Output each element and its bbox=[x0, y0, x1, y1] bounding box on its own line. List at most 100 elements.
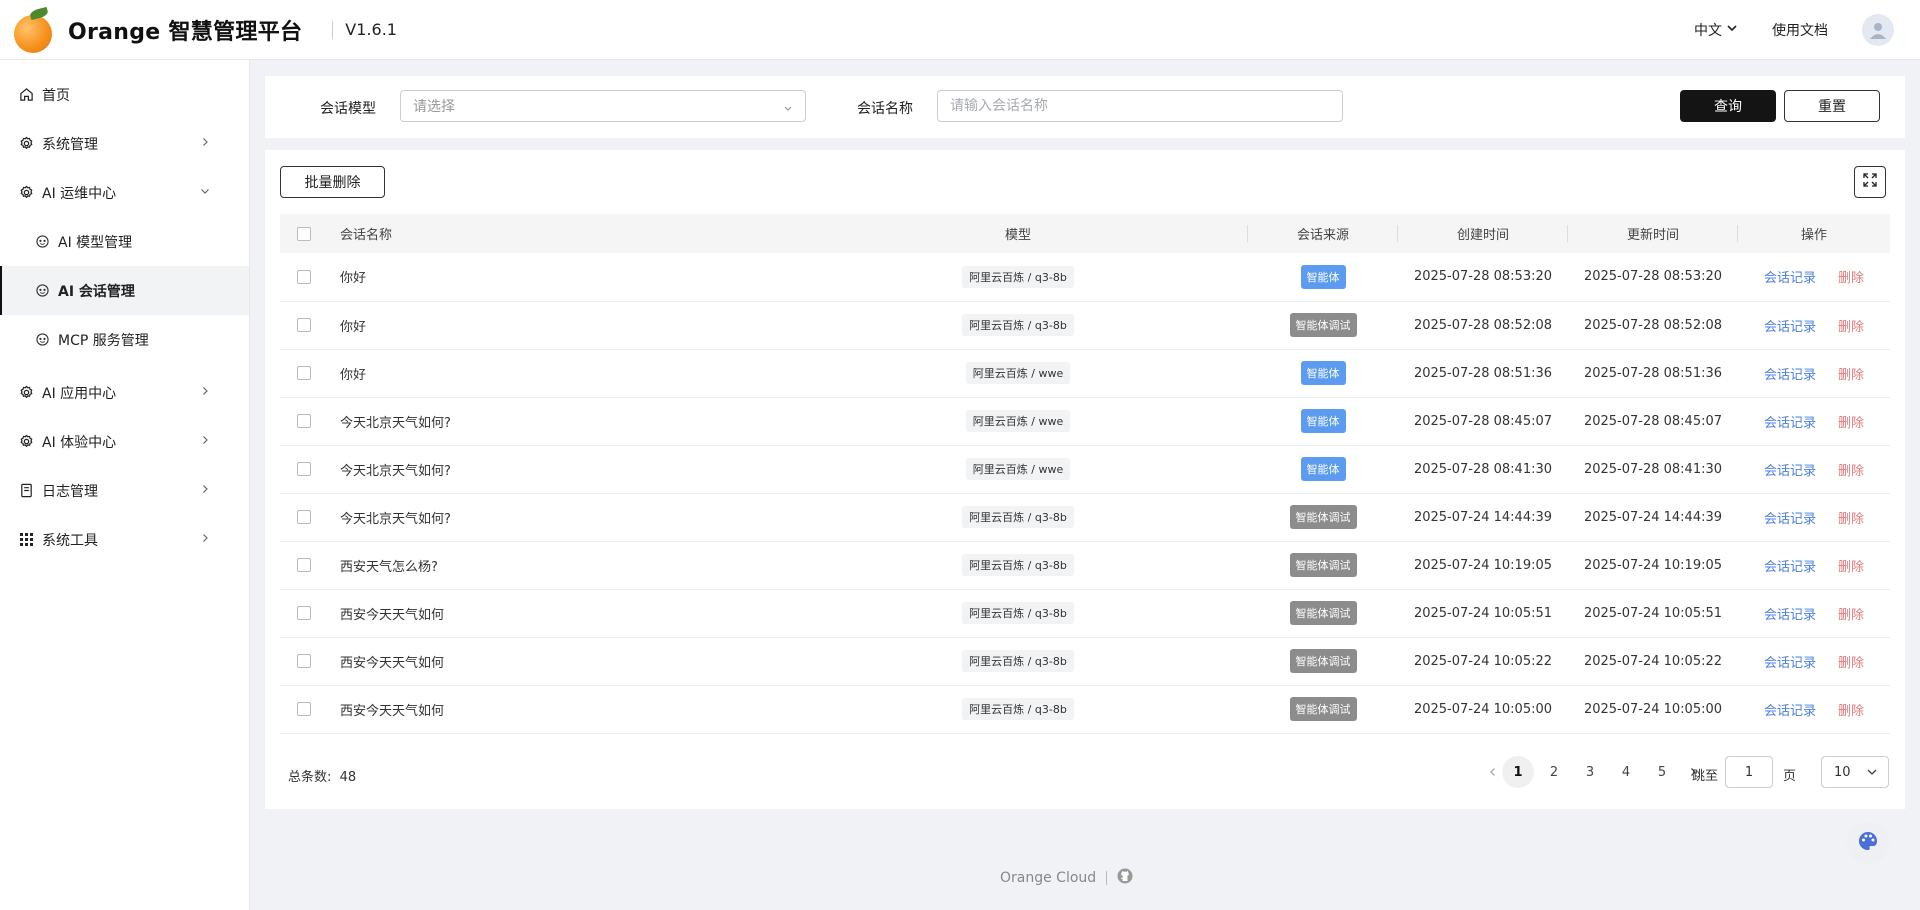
sidebar-item[interactable]: 首页 bbox=[0, 70, 249, 119]
model-cell: 阿里云百炼 / wwe bbox=[788, 397, 1248, 445]
delete-link[interactable]: 删除 bbox=[1838, 608, 1864, 623]
chevron-down-icon bbox=[1726, 22, 1738, 38]
page-number-button[interactable]: 1 bbox=[1502, 756, 1534, 788]
table-row: 你好 阿里云百炼 / wwe 智能体 2025-07-28 08:51:36 2025-… bbox=[280, 349, 1890, 397]
page-number-button[interactable]: 3 bbox=[1574, 756, 1606, 788]
language-switcher[interactable]: 中文 bbox=[1694, 20, 1738, 40]
session-record-link[interactable]: 会话记录 bbox=[1764, 560, 1816, 575]
created-time: 2025-07-24 10:05:22 bbox=[1413, 653, 1553, 669]
user-avatar[interactable] bbox=[1862, 13, 1894, 46]
model-select[interactable]: 请选择 bbox=[400, 90, 806, 122]
row-checkbox[interactable] bbox=[297, 414, 311, 428]
delete-link[interactable]: 删除 bbox=[1838, 560, 1864, 575]
model-tag: 阿里云百炼 / q3-8b bbox=[962, 602, 1074, 624]
created-time: 2025-07-28 08:41:30 bbox=[1413, 461, 1553, 477]
session-record-link[interactable]: 会话记录 bbox=[1764, 320, 1816, 335]
source-badge: 智能体 bbox=[1300, 457, 1346, 481]
table-row: 你好 阿里云百炼 / q3-8b 智能体调试 2025-07-28 08:52:08 2… bbox=[280, 301, 1890, 349]
delete-link[interactable]: 删除 bbox=[1838, 464, 1864, 479]
session-record-link[interactable]: 会话记录 bbox=[1764, 512, 1816, 527]
delete-link[interactable]: 删除 bbox=[1838, 416, 1864, 431]
column-header: 模型 bbox=[788, 214, 1248, 253]
row-checkbox[interactable] bbox=[297, 606, 311, 620]
row-checkbox[interactable] bbox=[297, 366, 311, 380]
robot-icon bbox=[34, 283, 50, 299]
row-checkbox[interactable] bbox=[297, 269, 311, 284]
sidebar-item-label: AI 模型管理 bbox=[58, 234, 133, 251]
docs-link[interactable]: 使用文档 bbox=[1772, 20, 1828, 40]
page-size-value: 10 bbox=[1834, 764, 1851, 780]
row-checkbox[interactable] bbox=[297, 654, 311, 668]
batch-delete-button[interactable]: 批量删除 bbox=[280, 166, 385, 198]
fullscreen-icon bbox=[1863, 173, 1877, 191]
source-cell: 智能体调试 bbox=[1248, 541, 1398, 589]
divider bbox=[332, 20, 334, 39]
fullscreen-button[interactable] bbox=[1854, 166, 1886, 198]
session-record-link[interactable]: 会话记录 bbox=[1764, 368, 1816, 383]
jump-label: 跳至 bbox=[1692, 769, 1719, 784]
page-number-button[interactable]: 4 bbox=[1610, 756, 1642, 788]
delete-link[interactable]: 删除 bbox=[1838, 320, 1864, 335]
row-checkbox[interactable] bbox=[297, 318, 311, 332]
sidebar-item-label: AI 应用中心 bbox=[42, 385, 117, 402]
page-number-button[interactable]: 2 bbox=[1538, 756, 1570, 788]
robot-icon bbox=[34, 234, 50, 250]
jump-page-input[interactable] bbox=[1725, 756, 1773, 788]
page-number-button[interactable]: 5 bbox=[1646, 756, 1678, 788]
row-checkbox[interactable] bbox=[297, 558, 311, 572]
delete-link[interactable]: 删除 bbox=[1838, 656, 1864, 671]
delete-link[interactable]: 删除 bbox=[1838, 704, 1864, 719]
model-tag: 阿里云百炼 / wwe bbox=[965, 458, 1071, 480]
created-time: 2025-07-28 08:53:20 bbox=[1413, 269, 1553, 285]
delete-link[interactable]: 删除 bbox=[1838, 368, 1864, 383]
reset-button[interactable]: 重置 bbox=[1784, 90, 1880, 122]
session-record-link[interactable]: 会话记录 bbox=[1764, 271, 1816, 286]
source-cell: 智能体 bbox=[1248, 253, 1398, 301]
sidebar-item[interactable]: AI 应用中心 bbox=[0, 368, 249, 417]
sidebar-item[interactable]: AI 体验中心 bbox=[0, 417, 249, 466]
row-checkbox[interactable] bbox=[297, 510, 311, 524]
sidebar-item[interactable]: MCP 服务管理 bbox=[0, 315, 249, 364]
gear-icon bbox=[18, 385, 34, 401]
sidebar-item[interactable]: AI 运维中心 bbox=[0, 168, 249, 217]
name-search-input[interactable] bbox=[937, 90, 1343, 122]
row-select-cell bbox=[280, 301, 328, 349]
theme-switch-button[interactable] bbox=[1847, 822, 1889, 864]
page-size-select[interactable]: 10 bbox=[1821, 756, 1889, 788]
session-record-link[interactable]: 会话记录 bbox=[1764, 464, 1816, 479]
chevron-right-icon bbox=[199, 434, 211, 450]
name-filter-label: 会话名称 bbox=[857, 101, 913, 117]
source-badge: 智能体 bbox=[1300, 361, 1346, 385]
created-time: 2025-07-24 10:05:00 bbox=[1413, 701, 1553, 717]
github-icon[interactable] bbox=[1117, 868, 1133, 888]
delete-link[interactable]: 删除 bbox=[1838, 512, 1864, 527]
session-record-link[interactable]: 会话记录 bbox=[1764, 704, 1816, 719]
sidebar-item[interactable]: 系统工具 bbox=[0, 515, 249, 564]
row-select-cell bbox=[280, 493, 328, 541]
palette-icon bbox=[1857, 830, 1879, 856]
language-label: 中文 bbox=[1694, 22, 1722, 39]
query-button[interactable]: 查询 bbox=[1680, 90, 1776, 122]
sidebar-item[interactable]: 系统管理 bbox=[0, 119, 249, 168]
sidebar-item[interactable]: AI 模型管理 bbox=[0, 217, 249, 266]
sidebar-item[interactable]: 日志管理 bbox=[0, 466, 249, 515]
row-checkbox[interactable] bbox=[297, 702, 311, 716]
session-record-link[interactable]: 会话记录 bbox=[1764, 608, 1816, 623]
session-record-link[interactable]: 会话记录 bbox=[1764, 416, 1816, 431]
table-row: 今天北京天气如何? 阿里云百炼 / wwe 智能体 2025-07-28 08:41:… bbox=[280, 445, 1890, 493]
row-select-cell bbox=[280, 349, 328, 397]
source-badge: 智能体 bbox=[1300, 409, 1346, 433]
row-checkbox[interactable] bbox=[297, 462, 311, 476]
delete-link[interactable]: 删除 bbox=[1838, 271, 1864, 286]
model-select-placeholder: 请选择 bbox=[413, 99, 455, 115]
sidebar-item-label: 系统工具 bbox=[42, 532, 98, 549]
chevron-right-icon bbox=[199, 385, 211, 401]
sidebar-item[interactable]: AI 会话管理 bbox=[0, 266, 249, 315]
updated-time: 2025-07-28 08:52:08 bbox=[1583, 317, 1723, 333]
sidebar-item-label: AI 运维中心 bbox=[42, 185, 117, 202]
source-badge: 智能体调试 bbox=[1289, 553, 1357, 577]
updated-time: 2025-07-24 10:05:22 bbox=[1583, 653, 1723, 669]
session-record-link[interactable]: 会话记录 bbox=[1764, 656, 1816, 671]
model-cell: 阿里云百炼 / q3-8b bbox=[788, 301, 1248, 349]
select-all-checkbox[interactable] bbox=[297, 226, 311, 241]
